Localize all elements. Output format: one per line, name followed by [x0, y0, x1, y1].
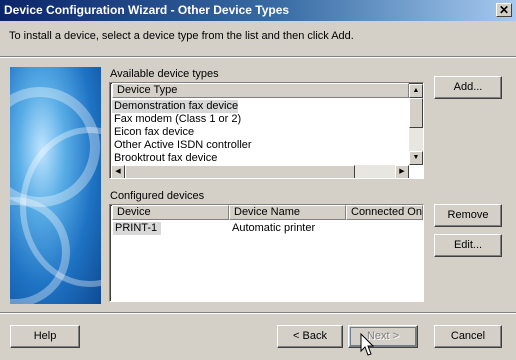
remove-button[interactable]: Remove [434, 204, 502, 227]
list-item[interactable]: Other Active ISDN controller [112, 139, 252, 152]
available-device-types-list[interactable]: Device Type Demonstration fax device Fax… [109, 82, 424, 179]
vertical-scrollbar[interactable]: ▲ ▼ [409, 84, 423, 165]
scroll-thumb[interactable] [409, 98, 423, 128]
footer-separator [0, 312, 516, 314]
arrow-down-icon[interactable]: ▼ [409, 151, 423, 165]
table-row-connected-on[interactable] [348, 222, 350, 235]
configured-devices-label: Configured devices [110, 190, 205, 202]
column-header-device-name[interactable]: Device Name [229, 205, 346, 220]
scroll-thumb[interactable] [125, 165, 355, 178]
close-icon: ✕ [498, 3, 510, 17]
arrow-right-icon[interactable]: ▶ [395, 165, 409, 178]
header-separator [0, 56, 516, 58]
mouse-pointer-icon [360, 333, 374, 356]
configured-devices-list[interactable]: Device Device Name Connected On PRINT-1 … [109, 204, 424, 302]
table-row-device-name[interactable]: Automatic printer [230, 222, 315, 235]
edit-button[interactable]: Edit... [434, 234, 502, 257]
list-item[interactable]: Fax modem (Class 1 or 2) [112, 113, 241, 126]
horizontal-scrollbar[interactable]: ◀ ▶ [111, 165, 409, 178]
instruction-text: To install a device, select a device typ… [9, 30, 354, 42]
list-item[interactable]: Demonstration fax device [112, 100, 239, 113]
help-button[interactable]: Help [10, 325, 80, 348]
cancel-button[interactable]: Cancel [434, 325, 502, 348]
column-header-connected-on[interactable]: Connected On [346, 205, 423, 220]
column-header-device[interactable]: Device [112, 205, 229, 220]
add-button[interactable]: Add... [434, 76, 502, 99]
close-button[interactable]: ✕ [496, 3, 512, 17]
available-device-types-label: Available device types [110, 68, 219, 80]
wizard-banner-image [10, 67, 101, 304]
window-title: Device Configuration Wizard - Other Devi… [4, 3, 290, 17]
arrow-up-icon[interactable]: ▲ [409, 84, 423, 98]
table-row-device[interactable]: PRINT-1 [113, 222, 161, 235]
next-button[interactable]: Next > [348, 325, 418, 348]
arrow-left-icon[interactable]: ◀ [111, 165, 125, 178]
list-item[interactable]: Eicon fax device [112, 126, 194, 139]
column-header-device-type[interactable]: Device Type [112, 83, 409, 98]
list-item[interactable]: Brooktrout fax device [112, 152, 217, 165]
title-bar: Device Configuration Wizard - Other Devi… [0, 0, 516, 21]
back-button[interactable]: < Back [277, 325, 343, 348]
